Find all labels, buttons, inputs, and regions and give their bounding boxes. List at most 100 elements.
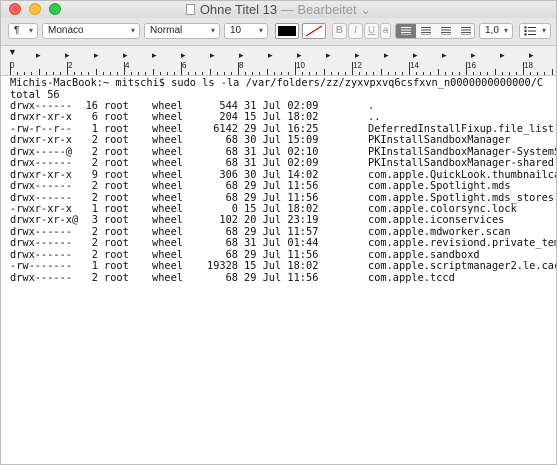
entry-group: wheel	[152, 157, 183, 170]
line-spacing-popup[interactable]: 1,0 ▾	[479, 23, 513, 39]
entry-size: 19328	[207, 260, 238, 273]
font-family-value: Monaco	[48, 25, 84, 36]
ruler-tick	[380, 69, 382, 75]
tab-stop-marker-icon[interactable]: ▸	[471, 51, 476, 60]
list-bullets-icon	[524, 26, 536, 36]
text-color-well[interactable]	[275, 23, 299, 39]
paragraph-style-popup[interactable]: ¶ ▾	[8, 23, 38, 39]
tab-stop-marker-icon[interactable]: ▸	[268, 51, 273, 60]
entry-owner: root	[104, 157, 129, 170]
tab-stop-marker-icon[interactable]: ▸	[326, 51, 331, 60]
ruler-tick	[259, 72, 261, 75]
tab-stop-marker-icon[interactable]: ▸	[210, 51, 215, 60]
ruler-tick	[523, 62, 524, 75]
font-size-popup[interactable]: 10 ▾	[224, 23, 268, 39]
align-left-icon	[401, 27, 411, 35]
format-toolbar: ¶▾ Monaco▾ Normal▾ 10▾ B I U a 1,0▾	[1, 18, 556, 46]
entry-size: 68	[225, 237, 238, 250]
edited-status: — Bearbeitet	[280, 2, 357, 17]
tab-stop-marker-icon[interactable]: ▸	[181, 51, 186, 60]
align-left-button[interactable]	[396, 24, 416, 38]
entry-date: 31 Jul 02:09	[244, 157, 319, 170]
tab-stop-marker-icon[interactable]: ▸	[36, 51, 41, 60]
strikethrough-button[interactable]: a	[380, 23, 391, 39]
left-indent-marker-icon[interactable]: ▼	[8, 48, 17, 57]
list-style-popup[interactable]: ▾	[519, 23, 551, 39]
tab-stop-marker-icon[interactable]: ▸	[94, 51, 99, 60]
window-title[interactable]: Ohne Titel 13 — Bearbeitet ⌄	[1, 2, 556, 18]
align-right-button[interactable]	[436, 24, 456, 38]
tab-stop-marker-icon[interactable]: ▸	[152, 51, 157, 60]
ruler-tick	[530, 72, 532, 75]
align-center-button[interactable]	[416, 24, 436, 38]
ruler-tick	[515, 72, 517, 75]
ruler-tick	[67, 62, 68, 75]
entry-name: PKInstallSandboxManager-shared-tmp	[368, 157, 556, 170]
entry-links: 2	[91, 271, 98, 284]
underline-button[interactable]: U	[364, 23, 379, 39]
ruler-tick	[245, 72, 247, 75]
ruler-label: 14	[410, 61, 419, 70]
tab-stop-marker-icon[interactable]: ▸	[384, 51, 389, 60]
ruler-tick	[17, 72, 19, 75]
ruler-tick	[88, 72, 90, 75]
ruler-tick	[423, 72, 425, 75]
ruler-tick	[309, 72, 311, 75]
entry-name: com.apple.revisiond.private_temp	[368, 237, 557, 250]
ruler-tick	[451, 72, 453, 75]
tab-stops[interactable]: ▼ ▸ ▸ ▸ ▸ ▸ ▸ ▸ ▸ ▸ ▸ ▸ ▸ ▸ ▸ ▸ ▸ ▸ ▸	[1, 46, 556, 60]
line-spacing-value: 1,0	[485, 25, 499, 36]
entry-name: com.apple.scriptmanager2.le.cache	[368, 260, 557, 273]
tab-stop-marker-icon[interactable]: ▸	[442, 51, 447, 60]
ruler-tick	[10, 62, 11, 75]
italic-button[interactable]: I	[348, 23, 363, 39]
ruler-tick	[302, 72, 304, 75]
ruler-tick	[394, 72, 396, 75]
font-size-value: 10	[230, 25, 242, 36]
document-icon	[185, 4, 195, 15]
ruler-tick	[95, 69, 97, 75]
highlight-color-well[interactable]	[302, 23, 326, 39]
entry-links: 2	[91, 237, 98, 250]
ruler-tick	[373, 72, 375, 75]
ruler-tick	[124, 62, 125, 75]
tab-stop-marker-icon[interactable]: ▸	[65, 51, 70, 60]
ruler-tick	[387, 72, 389, 75]
tab-stop-marker-icon[interactable]: ▸	[500, 51, 505, 60]
title-bar[interactable]: Ohne Titel 13 — Bearbeitet ⌄	[1, 1, 556, 18]
entry-owner: root	[104, 237, 129, 250]
tab-stop-marker-icon[interactable]: ▸	[529, 51, 534, 60]
ruler-tick	[238, 62, 239, 75]
ruler-label: 8	[239, 61, 244, 70]
ruler-tick	[173, 72, 175, 75]
ruler-label: 6	[182, 61, 187, 70]
font-style-value: Normal	[150, 25, 183, 36]
align-center-icon	[421, 27, 431, 35]
tab-stop-marker-icon[interactable]: ▸	[355, 51, 360, 60]
tab-stop-marker-icon[interactable]: ▸	[239, 51, 244, 60]
font-style-popup[interactable]: Normal ▾	[144, 23, 220, 39]
ruler-tick	[437, 69, 439, 75]
justify-button[interactable]	[456, 24, 474, 38]
ruler-tick	[487, 72, 489, 75]
chevron-down-icon: ▾	[28, 26, 33, 35]
tab-stop-marker-icon[interactable]: ▸	[123, 51, 128, 60]
bold-button[interactable]: B	[332, 23, 347, 39]
ruler-tick	[145, 72, 147, 75]
ruler-tick	[59, 72, 61, 75]
entry-perm: drwx------	[10, 180, 72, 193]
tab-stop-marker-icon[interactable]: ▸	[413, 51, 418, 60]
entry-group: wheel	[152, 180, 183, 193]
ruler[interactable]: ▼ ▸ ▸ ▸ ▸ ▸ ▸ ▸ ▸ ▸ ▸ ▸ ▸ ▸ ▸ ▸ ▸ ▸ ▸ 0 2 4 6 8 10 12 14 …	[1, 46, 556, 76]
ruler-scale: 0 2 4 6 8 10 12 14 16 18	[1, 61, 556, 75]
ruler-tick	[544, 72, 546, 75]
tab-stop-marker-icon[interactable]: ▸	[297, 51, 302, 60]
ruler-tick	[444, 72, 446, 75]
ruler-tick	[287, 72, 289, 75]
font-family-popup[interactable]: Monaco ▾	[42, 23, 140, 39]
ruler-tick	[352, 62, 353, 75]
document-text-area[interactable]: Michis-MacBook:~ mitschi$ sudo ls -la /v…	[1, 76, 556, 464]
ruler-tick	[273, 72, 275, 75]
title-menu-chevron-icon[interactable]: ⌄	[360, 2, 371, 17]
ruler-tick	[359, 72, 361, 75]
